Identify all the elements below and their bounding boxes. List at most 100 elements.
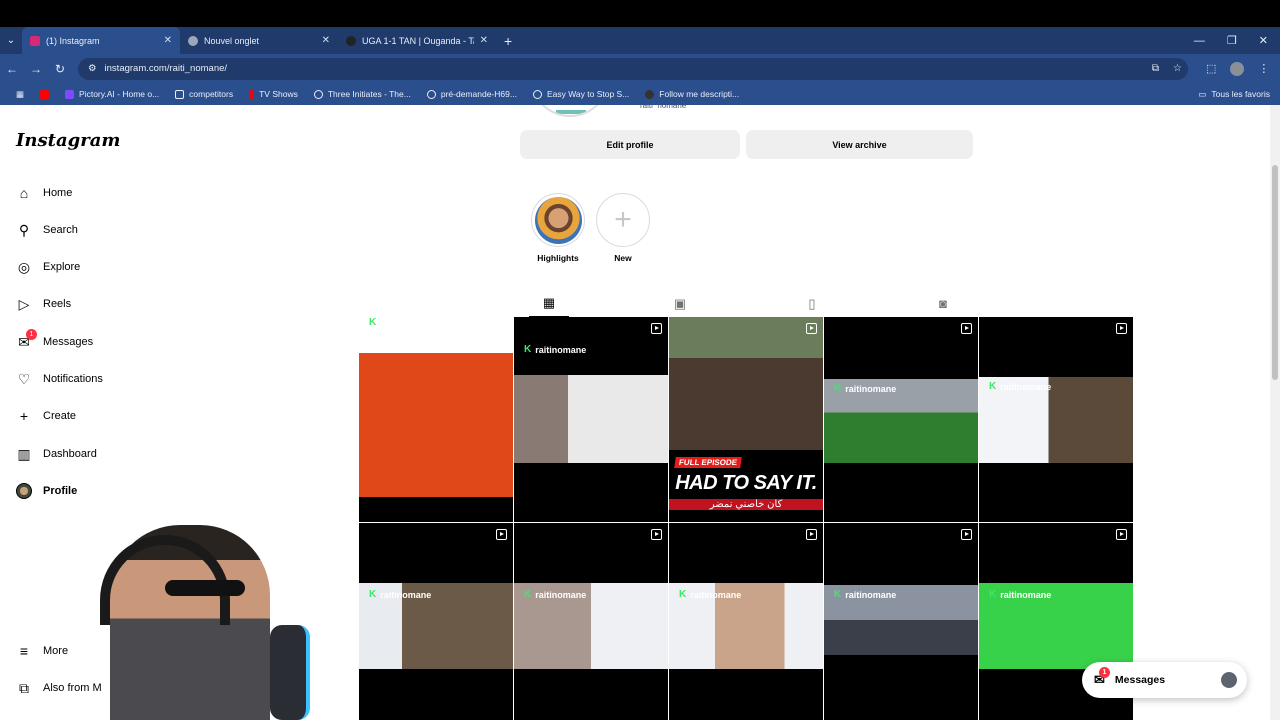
username-partial: raiti_nomane bbox=[640, 105, 686, 109]
bookmark-three-initiates[interactable]: Three Initiates - The... bbox=[306, 89, 419, 99]
profile-avatar-icon[interactable] bbox=[1230, 61, 1245, 76]
post-tile[interactable]: Kraitinomane bbox=[514, 317, 668, 522]
globe-icon bbox=[532, 89, 542, 99]
post-tile[interactable]: Kraitinomane bbox=[514, 523, 668, 720]
window-controls: — ❐ ✕ bbox=[1194, 27, 1280, 54]
reel-icon bbox=[806, 323, 817, 334]
sidebar-item-notifications[interactable]: ♡ Notifications bbox=[16, 371, 103, 387]
sidebar-item-search[interactable]: ⚲ Search bbox=[16, 222, 78, 238]
post-tile[interactable]: Kraitinomane bbox=[824, 317, 978, 522]
post-tile[interactable]: FULL EPISODE HAD TO SAY IT. كان خاصني نم… bbox=[669, 317, 823, 522]
tab-tagged[interactable]: ◙ bbox=[923, 290, 963, 317]
sidebar-item-label: Home bbox=[43, 187, 73, 199]
highlight-cover-image bbox=[534, 196, 582, 244]
post-tile[interactable]: Kraitinomane bbox=[359, 523, 513, 720]
post-thumbnail bbox=[514, 375, 668, 463]
highlight-ring bbox=[531, 193, 585, 247]
messenger-icon: ✉ 1 bbox=[16, 329, 37, 350]
close-tab-icon[interactable]: ✕ bbox=[322, 35, 330, 46]
highlight-label: Highlights bbox=[537, 253, 579, 263]
address-bar[interactable]: ⚙ instagram.com/raiti_nomane/ ⧉ ☆ bbox=[78, 57, 1188, 80]
tagged-icon: ◙ bbox=[939, 296, 947, 311]
post-tile[interactable]: Kraitinomane bbox=[979, 317, 1133, 522]
extensions-icon[interactable]: ⬚ bbox=[1206, 62, 1216, 75]
browser-tab-bar: ⌄ (1) Instagram ✕ Nouvel onglet ✕ UGA 1-… bbox=[0, 27, 1280, 54]
bookmark-star-icon[interactable]: ☆ bbox=[1173, 63, 1182, 74]
posts-grid: Kraitinomane Kraitinomane FULL EPISODE H… bbox=[359, 317, 1134, 720]
forward-icon[interactable]: → bbox=[24, 62, 48, 76]
sidebar-item-messages[interactable]: ✉ 1 Messages bbox=[16, 329, 93, 350]
sidebar-item-reels[interactable]: ▷ Reels bbox=[16, 296, 72, 312]
sidebar-item-label: Search bbox=[43, 224, 78, 236]
kick-icon: K bbox=[989, 381, 997, 392]
bookmarks-bar: ▦ Pictory.AI - Home o... competitors TV … bbox=[0, 83, 1280, 105]
avatar bbox=[16, 483, 32, 499]
menu-icon[interactable]: ⋮ bbox=[1258, 62, 1269, 75]
view-archive-button[interactable]: View archive bbox=[746, 130, 973, 159]
reel-icon bbox=[961, 529, 972, 540]
bookmark-follow-me[interactable]: Follow me descripti... bbox=[637, 89, 747, 99]
kick-icon: K bbox=[369, 317, 377, 328]
tab-search-button[interactable]: ⌄ bbox=[0, 27, 22, 54]
avatar bbox=[1221, 672, 1237, 688]
restore-icon[interactable]: ❐ bbox=[1227, 34, 1237, 47]
post-caption-title: HAD TO SAY IT. bbox=[675, 472, 817, 494]
close-tab-icon[interactable]: ✕ bbox=[480, 35, 488, 46]
bookmark-pre-demande[interactable]: pré-demande-H69... bbox=[419, 89, 525, 99]
kick-icon: K bbox=[834, 383, 842, 394]
bookmark-competitors[interactable]: competitors bbox=[167, 89, 241, 99]
post-tile[interactable]: Kraitinomane bbox=[359, 317, 513, 522]
post-watermark: Kraitinomane bbox=[834, 589, 896, 600]
new-tab-button[interactable]: + bbox=[504, 33, 512, 49]
new-highlight-button[interactable]: + New bbox=[595, 193, 651, 263]
post-watermark-text: raitinomane bbox=[535, 589, 587, 600]
sidebar-item-explore[interactable]: ◎ Explore bbox=[16, 259, 80, 275]
install-icon[interactable]: ⧉ bbox=[1152, 63, 1159, 74]
site-info-icon[interactable]: ⚙ bbox=[88, 63, 97, 74]
tab-reels[interactable]: ▣ bbox=[660, 290, 700, 317]
close-window-icon[interactable]: ✕ bbox=[1259, 34, 1268, 47]
apps-icon[interactable]: ▦ bbox=[8, 89, 32, 100]
reload-icon[interactable]: ↻ bbox=[48, 62, 72, 76]
highlight-item[interactable]: Highlights bbox=[530, 193, 586, 263]
tab-new-tab[interactable]: Nouvel onglet ✕ bbox=[180, 27, 338, 54]
messages-badge: 1 bbox=[26, 329, 37, 340]
sidebar-item-label: More bbox=[43, 645, 69, 657]
messages-floating-button[interactable]: ✉ 1 Messages bbox=[1082, 662, 1247, 698]
back-icon[interactable]: ← bbox=[0, 62, 24, 76]
bookmark-label: Follow me descripti... bbox=[659, 89, 740, 99]
sidebar-item-more[interactable]: ≡ More bbox=[16, 643, 68, 659]
post-tile[interactable]: Kraitinomane bbox=[669, 523, 823, 720]
plus-icon: + bbox=[19, 408, 29, 424]
tab-saved[interactable]: ▯ bbox=[792, 290, 832, 317]
post-watermark-text: raitinomane bbox=[845, 383, 897, 394]
tab-instagram[interactable]: (1) Instagram ✕ bbox=[22, 27, 180, 54]
edit-profile-button[interactable]: Edit profile bbox=[520, 130, 740, 159]
sidebar-item-home[interactable]: ⌂ Home bbox=[16, 185, 73, 201]
bookmark-youtube[interactable] bbox=[32, 89, 57, 99]
tab-match[interactable]: UGA 1-1 TAN | Ouganda - Tanz ✕ bbox=[338, 27, 496, 54]
instagram-logo[interactable]: Instagram bbox=[16, 130, 120, 151]
bookmark-pictory[interactable]: Pictory.AI - Home o... bbox=[57, 89, 167, 99]
reel-icon bbox=[1116, 323, 1127, 334]
page-scrollbar[interactable] bbox=[1270, 105, 1280, 720]
post-tile[interactable]: Kraitinomane bbox=[824, 523, 978, 720]
minimize-icon[interactable]: — bbox=[1194, 35, 1205, 47]
post-thumbnail bbox=[359, 317, 513, 497]
avatar-ring bbox=[556, 110, 586, 114]
sidebar-item-create[interactable]: + Create bbox=[16, 408, 76, 424]
bookmark-easy-way[interactable]: Easy Way to Stop S... bbox=[525, 89, 637, 99]
bookmark-tv-shows[interactable]: TV Shows bbox=[241, 89, 306, 99]
sidebar-item-dashboard[interactable]: ▥ Dashboard bbox=[16, 446, 96, 462]
post-watermark: Kraitinomane bbox=[989, 381, 1051, 392]
scrollbar-thumb[interactable] bbox=[1272, 165, 1278, 380]
search-icon: ⚲ bbox=[18, 221, 30, 238]
microphone-icon bbox=[270, 625, 310, 720]
screen-top-bar bbox=[0, 0, 1280, 27]
all-bookmarks[interactable]: ▭ Tous les favoris bbox=[1198, 89, 1270, 100]
tab-title: Nouvel onglet bbox=[204, 35, 260, 46]
tab-posts[interactable]: ▦ bbox=[529, 290, 569, 317]
sidebar-item-profile[interactable]: Profile bbox=[16, 483, 77, 499]
page-viewport: Instagram ⌂ Home ⚲ Search ◎ Explore ▷ Re… bbox=[0, 105, 1280, 720]
close-tab-icon[interactable]: ✕ bbox=[164, 35, 172, 46]
